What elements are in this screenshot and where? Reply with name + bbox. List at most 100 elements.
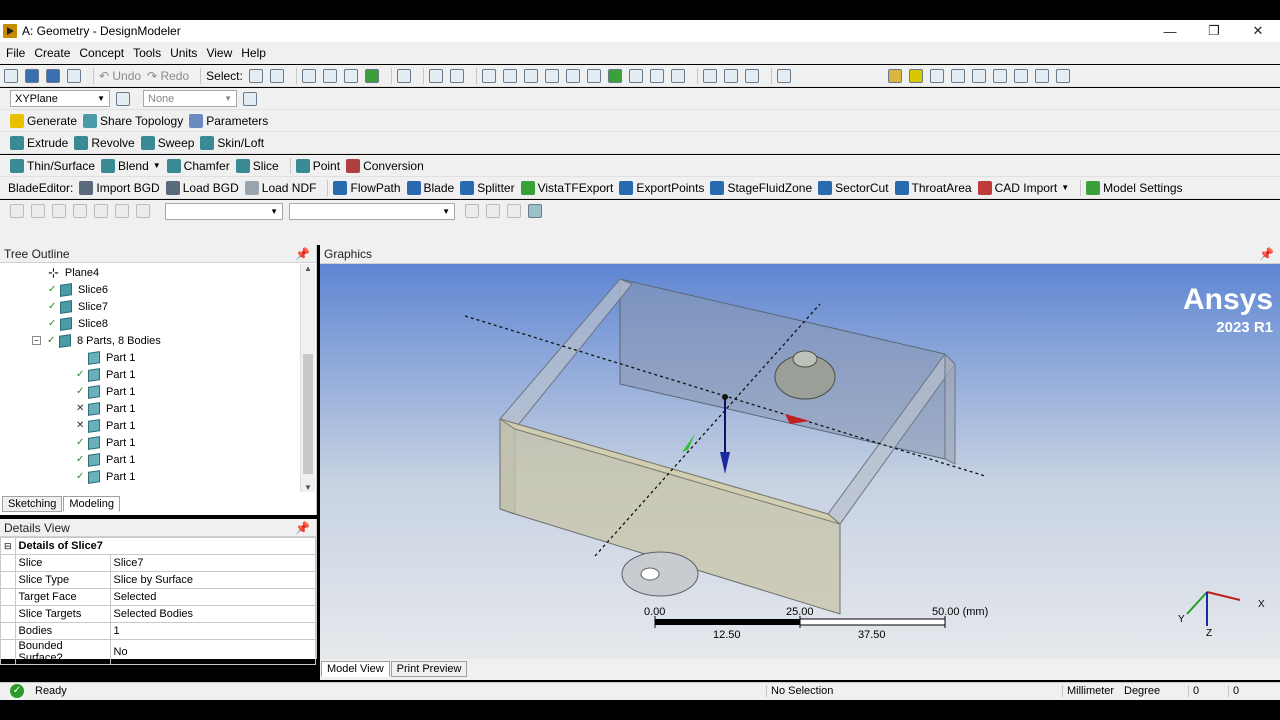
- zoom-in-icon[interactable]: [607, 68, 622, 83]
- menu-file[interactable]: File: [6, 46, 25, 60]
- tree-item-slice7[interactable]: ✓ Slice7: [48, 298, 108, 315]
- select-all-icon[interactable]: [449, 68, 464, 83]
- edge-tool-icon[interactable]: [1055, 68, 1070, 83]
- blade-tool-icon[interactable]: [528, 204, 542, 218]
- details-row[interactable]: Bodies 1: [0, 622, 317, 640]
- details-row[interactable]: Bounded Surface? No: [0, 639, 317, 665]
- tree-item-part[interactable]: ✕ Part 1: [76, 417, 135, 434]
- box-zoom-icon[interactable]: [544, 68, 559, 83]
- edge-coloring-icon[interactable]: [908, 68, 923, 83]
- edge-style-a-icon[interactable]: [971, 68, 986, 83]
- plane-select[interactable]: XYPlane ▼: [10, 90, 110, 107]
- tree-item-part[interactable]: ✓ Part 1: [76, 366, 135, 383]
- vistatfexport-button[interactable]: VistaTFExport: [520, 180, 613, 195]
- pin-icon[interactable]: 📌: [295, 247, 310, 261]
- sketch-select[interactable]: None ▼: [143, 90, 237, 107]
- next-view-icon[interactable]: [670, 68, 685, 83]
- blade-button[interactable]: Blade: [406, 180, 454, 195]
- units-status[interactable]: Millimeter: [1062, 685, 1114, 697]
- sweep-button[interactable]: Sweep: [140, 135, 194, 150]
- restore-button[interactable]: ❐: [1192, 20, 1236, 42]
- stagefluidzone-button[interactable]: StageFluidZone: [710, 180, 812, 195]
- save-icon[interactable]: [25, 68, 39, 83]
- point-button[interactable]: Point: [295, 158, 340, 173]
- edge-style-b-icon[interactable]: [992, 68, 1007, 83]
- tree-item-parts[interactable]: − ✓ 8 Parts, 8 Bodies: [32, 332, 161, 349]
- menu-help[interactable]: Help: [241, 46, 266, 60]
- scroll-thumb[interactable]: [303, 354, 313, 474]
- menu-units[interactable]: Units: [170, 46, 197, 60]
- thicken-icon[interactable]: [1034, 68, 1049, 83]
- menu-concept[interactable]: Concept: [79, 46, 124, 60]
- edge-join-icon[interactable]: [950, 68, 965, 83]
- details-row[interactable]: Slice Slice7: [0, 554, 317, 572]
- tree-item-part[interactable]: ✓ Part 1: [76, 434, 135, 451]
- details-row[interactable]: Slice Targets Selected Bodies: [0, 605, 317, 623]
- select-point-icon[interactable]: [301, 68, 316, 83]
- display-edges-icon[interactable]: [887, 68, 902, 83]
- collapse-icon[interactable]: −: [32, 336, 41, 345]
- scroll-down-icon[interactable]: ▼: [301, 483, 315, 492]
- display-model-icon[interactable]: [723, 68, 738, 83]
- tab-print-preview[interactable]: Print Preview: [390, 661, 468, 677]
- tree-item-part[interactable]: ✓ Part 1: [76, 383, 135, 400]
- box-select-icon[interactable]: [428, 68, 443, 83]
- tree-item-part[interactable]: ✕ Part 1: [76, 400, 135, 417]
- exportpoints-button[interactable]: ExportPoints: [619, 180, 704, 195]
- pin-icon[interactable]: 📌: [295, 521, 310, 535]
- skin-loft-button[interactable]: Skin/Loft: [200, 135, 264, 150]
- cad-import-button[interactable]: CAD Import ▼: [977, 180, 1069, 195]
- menu-create[interactable]: Create: [34, 46, 70, 60]
- parameters-button[interactable]: Parameters: [189, 113, 268, 128]
- generate-button[interactable]: Generate: [10, 113, 77, 128]
- select-mode-icon[interactable]: [248, 68, 263, 83]
- rotate-icon[interactable]: [481, 68, 496, 83]
- pan-icon[interactable]: [502, 68, 517, 83]
- tree-item-part[interactable]: ✓ Part 1: [76, 451, 135, 468]
- extend-selection-icon[interactable]: [396, 68, 411, 83]
- tab-model-view[interactable]: Model View: [321, 661, 390, 677]
- revolve-button[interactable]: Revolve: [74, 135, 135, 150]
- look-at-icon[interactable]: [776, 68, 791, 83]
- dropdown-b[interactable]: ▼: [289, 202, 455, 220]
- screenshot-icon[interactable]: [67, 68, 81, 83]
- scroll-up-icon[interactable]: ▲: [301, 264, 315, 273]
- tree-item-part[interactable]: ✓ Part 1: [76, 468, 135, 485]
- details-row[interactable]: Target Face Selected: [0, 588, 317, 606]
- sectorcut-button[interactable]: SectorCut: [818, 180, 889, 195]
- load-ndf-button[interactable]: Load NDF: [244, 180, 316, 195]
- pin-icon[interactable]: 📌: [1259, 247, 1274, 261]
- blend-button[interactable]: Blend ▼: [101, 158, 161, 173]
- slice-button[interactable]: Slice: [235, 158, 279, 173]
- share-topology-button[interactable]: Share Topology: [83, 113, 183, 128]
- tab-sketching[interactable]: Sketching: [2, 496, 63, 512]
- menu-view[interactable]: View: [206, 46, 232, 60]
- splitter-button[interactable]: Splitter: [460, 180, 515, 195]
- tab-modeling[interactable]: Modeling: [63, 496, 120, 512]
- triad-icon[interactable]: [702, 68, 717, 83]
- zoom-out-icon[interactable]: [628, 68, 643, 83]
- model-settings-button[interactable]: Model Settings: [1086, 180, 1183, 195]
- zoom-extents-icon[interactable]: [586, 68, 601, 83]
- details-row[interactable]: Slice Type Slice by Surface: [0, 571, 317, 589]
- select-body-icon[interactable]: [364, 68, 379, 83]
- previous-view-icon[interactable]: [649, 68, 664, 83]
- model-canvas[interactable]: 0.00 25.00 50.00 (mm) 12.50 37.50 Ansys …: [320, 264, 1280, 659]
- tree-item-slice6[interactable]: ✓ Slice6: [48, 281, 108, 298]
- display-point-icon[interactable]: [744, 68, 759, 83]
- thin-surface-button[interactable]: Thin/Surface: [10, 158, 95, 173]
- new-sketch-icon[interactable]: [243, 91, 257, 106]
- zoom-icon[interactable]: [523, 68, 538, 83]
- menu-tools[interactable]: Tools: [133, 46, 161, 60]
- select-filter-icon[interactable]: [269, 68, 284, 83]
- undo-button[interactable]: ↶ Undo: [99, 69, 141, 83]
- angle-status[interactable]: Degree: [1124, 685, 1160, 697]
- load-bgd-button[interactable]: Load BGD: [165, 180, 239, 195]
- graphics-viewport[interactable]: 0.00 25.00 50.00 (mm) 12.50 37.50 Ansys …: [320, 264, 1280, 659]
- flowpath-button[interactable]: FlowPath: [333, 180, 401, 195]
- dropdown-a[interactable]: ▼: [165, 202, 283, 220]
- minimize-button[interactable]: —: [1148, 20, 1192, 42]
- zoom-fit-icon[interactable]: [565, 68, 580, 83]
- tree-item-part[interactable]: Part 1: [76, 349, 135, 366]
- import-bgd-button[interactable]: Import BGD: [79, 180, 160, 195]
